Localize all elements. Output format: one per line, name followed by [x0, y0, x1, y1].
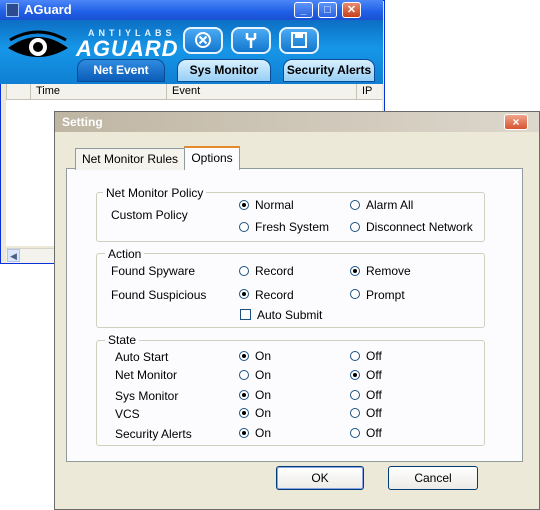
- tab-security-alerts[interactable]: Security Alerts: [283, 59, 375, 82]
- sys-monitor-on-label[interactable]: On: [255, 388, 271, 402]
- tab-sys-monitor[interactable]: Sys Monitor: [177, 59, 271, 82]
- state-row-label: VCS: [115, 407, 140, 421]
- vcs-off-radio[interactable]: [350, 408, 360, 418]
- spyware-remove-radio[interactable]: [350, 266, 360, 276]
- column-header-time[interactable]: Time: [30, 84, 166, 99]
- auto-start-off-label[interactable]: Off: [366, 349, 382, 363]
- policy-fresh-system-radio[interactable]: [239, 222, 249, 232]
- app-icon: [6, 3, 19, 17]
- suspicious-prompt-label[interactable]: Prompt: [366, 288, 405, 302]
- suspicious-record-label[interactable]: Record: [255, 288, 294, 302]
- column-header-blank[interactable]: [6, 84, 30, 99]
- maximize-button[interactable]: □: [318, 2, 337, 18]
- auto-submit-checkbox[interactable]: [240, 309, 251, 320]
- dialog-title: Setting: [62, 115, 103, 129]
- auto-submit-label[interactable]: Auto Submit: [257, 308, 322, 322]
- auto-start-off-radio[interactable]: [350, 351, 360, 361]
- security-alerts-off-radio[interactable]: [350, 428, 360, 438]
- sys-monitor-on-radio[interactable]: [239, 390, 249, 400]
- suspicious-record-radio[interactable]: [239, 289, 249, 299]
- column-header-ip[interactable]: IP: [356, 84, 382, 99]
- auto-start-on-label[interactable]: On: [255, 349, 271, 363]
- policy-alarm-all-radio[interactable]: [350, 200, 360, 210]
- found-spyware-label: Found Spyware: [111, 264, 196, 278]
- cancel-button[interactable]: Cancel: [388, 466, 478, 490]
- vcs-off-label[interactable]: Off: [366, 406, 382, 420]
- policy-fresh-system-label[interactable]: Fresh System: [255, 220, 329, 234]
- spyware-record-radio[interactable]: [239, 266, 249, 276]
- dialog-close-button[interactable]: ×: [504, 114, 528, 130]
- net-monitor-on-radio[interactable]: [239, 370, 249, 380]
- found-suspicious-label: Found Suspicious: [111, 288, 207, 302]
- aguard-window-title: AGuard: [24, 2, 72, 17]
- policy-disconnect-network-label[interactable]: Disconnect Network: [366, 220, 473, 234]
- net-monitor-off-label[interactable]: Off: [366, 368, 382, 382]
- state-row-label: Auto Start: [115, 350, 169, 364]
- net-monitor-on-label[interactable]: On: [255, 368, 271, 382]
- suspicious-prompt-radio[interactable]: [350, 289, 360, 299]
- custom-policy-label: Custom Policy: [111, 208, 188, 222]
- spyware-record-label[interactable]: Record: [255, 264, 294, 278]
- sys-monitor-off-radio[interactable]: [350, 390, 360, 400]
- ok-button[interactable]: OK: [276, 466, 364, 490]
- close-button[interactable]: ✕: [342, 2, 361, 18]
- spyware-remove-label[interactable]: Remove: [366, 264, 411, 278]
- state-row-label: Security Alerts: [115, 427, 192, 441]
- state-title: State: [105, 333, 140, 347]
- tab-net-event[interactable]: Net Event: [77, 59, 165, 82]
- column-header-event[interactable]: Event: [166, 84, 356, 99]
- policy-alarm-all-label[interactable]: Alarm All: [366, 198, 413, 212]
- security-alerts-on-label[interactable]: On: [255, 426, 271, 440]
- wrench-icon: [245, 33, 257, 48]
- stop-icon: [195, 32, 211, 48]
- sys-monitor-off-label[interactable]: Off: [366, 388, 382, 402]
- vcs-on-radio[interactable]: [239, 408, 249, 418]
- auto-start-on-radio[interactable]: [239, 351, 249, 361]
- tab-net-monitor-rules[interactable]: Net Monitor Rules: [75, 148, 185, 170]
- net-monitor-policy-title: Net Monitor Policy: [103, 186, 207, 200]
- policy-disconnect-network-radio[interactable]: [350, 222, 360, 232]
- minimize-button[interactable]: _: [294, 2, 313, 18]
- save-button[interactable]: [279, 27, 319, 54]
- tab-options[interactable]: Options: [184, 146, 240, 170]
- save-icon: [291, 32, 307, 48]
- security-alerts-on-radio[interactable]: [239, 428, 249, 438]
- security-alerts-off-label[interactable]: Off: [366, 426, 382, 440]
- net-monitor-off-radio[interactable]: [350, 370, 360, 380]
- state-row-label: Net Monitor: [115, 368, 178, 382]
- eye-logo-icon: [8, 30, 68, 57]
- stop-button[interactable]: [183, 27, 223, 54]
- dialog-titlebar[interactable]: [55, 112, 539, 132]
- action-title: Action: [105, 247, 145, 261]
- policy-normal-label[interactable]: Normal: [255, 198, 294, 212]
- state-row-label: Sys Monitor: [115, 389, 179, 403]
- vcs-on-label[interactable]: On: [255, 406, 271, 420]
- scroll-left-arrow-icon[interactable]: ◀: [7, 249, 20, 262]
- tools-button[interactable]: [231, 27, 271, 54]
- policy-normal-radio[interactable]: [239, 200, 249, 210]
